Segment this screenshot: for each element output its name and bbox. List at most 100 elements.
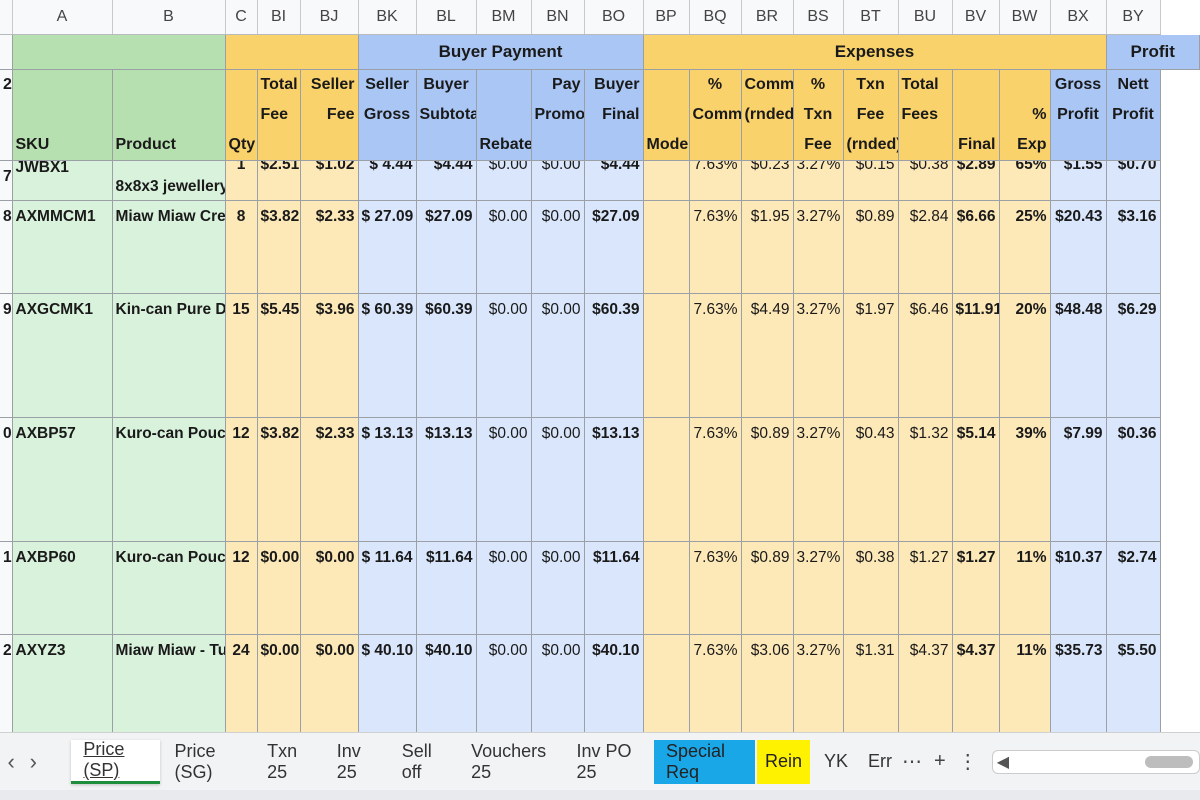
cell-buyer-final[interactable]: $13.13 [584,417,644,542]
cell-seller-gross[interactable]: $ 4.44 [358,160,417,201]
cell-gross-profit[interactable]: $7.99 [1050,417,1107,542]
header-buyer-subtotal[interactable]: Buyer Subtotal [416,69,477,161]
cell-pct-comm[interactable]: 7.63% [689,293,742,418]
column-header[interactable]: BM [476,0,532,35]
cell-pct-txn[interactable]: 3.27% [793,200,844,294]
cell-comm[interactable]: $0.89 [741,417,794,542]
column-header[interactable]: A [12,0,113,35]
column-header[interactable]: BJ [300,0,359,35]
column-header[interactable]: BU [898,0,953,35]
cell-sku[interactable]: AXGCMK1 [12,293,113,418]
cell-buyer-subtotal[interactable]: $11.64 [416,541,477,635]
cell-pay-promo[interactable]: $0.00 [531,634,585,732]
row-number[interactable]: 7 [0,160,13,201]
cell-total-fees[interactable]: $6.46 [898,293,953,418]
spreadsheet-grid[interactable]: A B C BI BJ BK BL BM BN BO BP BQ BR BS B… [0,0,1200,732]
cell-buyer-subtotal[interactable]: $40.10 [416,634,477,732]
cell-txn-fee[interactable]: $1.31 [843,634,899,732]
cell-total-fees[interactable]: $1.32 [898,417,953,542]
column-header[interactable]: BY [1106,0,1161,35]
row-number[interactable] [0,34,13,70]
cell-pct-comm[interactable]: 7.63% [689,417,742,542]
cell-total-fee[interactable]: $3.82 [257,417,301,542]
cell-qty[interactable]: 8 [225,200,258,294]
cell-sku[interactable]: AXMMCM1 [12,200,113,294]
cell-buyer-subtotal[interactable]: $4.44 [416,160,477,201]
cell-mode[interactable] [643,417,690,542]
column-header[interactable]: BT [843,0,899,35]
cell[interactable] [12,34,226,70]
cell-nett-profit[interactable]: $0.36 [1106,417,1161,542]
cell-txn-fee[interactable]: $0.15 [843,160,899,201]
cell-qty[interactable]: 12 [225,417,258,542]
cell-nett-profit[interactable]: $2.74 [1106,541,1161,635]
column-header[interactable]: BX [1050,0,1107,35]
chevron-right-icon[interactable]: › [22,742,44,782]
cell-final[interactable]: $2.89 [952,160,1000,201]
cell-comm[interactable]: $1.95 [741,200,794,294]
cell-gross-profit[interactable]: $10.37 [1050,541,1107,635]
cell-pct-txn[interactable]: 3.27% [793,634,844,732]
column-header[interactable]: BI [257,0,301,35]
cell-sku[interactable]: AXBP57 [12,417,113,542]
cell-mode[interactable] [643,634,690,732]
header-buyer-final[interactable]: Buyer Final [584,69,644,161]
corner-cell[interactable] [0,0,13,35]
cell-seller-gross[interactable]: $ 40.10 [358,634,417,732]
header-seller-fee[interactable]: Seller Fee [300,69,359,161]
cell-sku[interactable]: AXYZ3 [12,634,113,732]
cell-seller-fee[interactable]: $0.00 [300,541,359,635]
cell-seller-gross[interactable]: $ 60.39 [358,293,417,418]
add-sheet-icon[interactable]: + [928,750,952,773]
cell-pct-comm[interactable]: 7.63% [689,200,742,294]
cell-comm[interactable]: $4.49 [741,293,794,418]
column-header[interactable]: BN [531,0,585,35]
cell-rebate[interactable]: $0.00 [476,634,532,732]
cell-sku[interactable]: JWBX1 [12,160,113,201]
tab-inv-po-25[interactable]: Inv PO 25 [564,740,652,784]
tab-txn-25[interactable]: Txn 25 [255,740,323,784]
horizontal-scrollbar[interactable]: ◀ [991,749,1200,774]
cell-final[interactable]: $4.37 [952,634,1000,732]
cell-buyer-final[interactable]: $4.44 [584,160,644,201]
cell-pay-promo[interactable]: $0.00 [531,417,585,542]
row-number[interactable]: 2 [0,634,13,732]
column-header[interactable]: BS [793,0,844,35]
cell-nett-profit[interactable]: $5.50 [1106,634,1161,732]
row-number[interactable]: 2 [0,69,13,161]
tab-price-sp[interactable]: Price (SP) [71,739,161,784]
cell-mode[interactable] [643,541,690,635]
tab-vouchers-25[interactable]: Vouchers 25 [459,740,562,784]
cell-pay-promo[interactable]: $0.00 [531,293,585,418]
cell-comm[interactable]: $0.23 [741,160,794,201]
cell-rebate[interactable]: $0.00 [476,160,532,201]
cell-qty[interactable]: 12 [225,541,258,635]
header-mode[interactable]: Mode [643,69,690,161]
header-sku[interactable]: SKU [12,69,113,161]
cell-product[interactable]: Miaw Miaw - Tuna w/ Chicken Fillet 60g (… [112,634,226,732]
cell-seller-fee[interactable]: $2.33 [300,417,359,542]
cell-qty[interactable]: 15 [225,293,258,418]
header-pct-exp[interactable]: % Exp [999,69,1051,161]
cell-nett-profit[interactable]: $0.70 [1106,160,1161,201]
cell-product[interactable]: Miaw Miaw Creamy - Tuna 15g x 4 [112,200,226,294]
cell-pct-exp[interactable]: 65% [999,160,1051,201]
cell-seller-fee[interactable]: $3.96 [300,293,359,418]
header-total-fee[interactable]: Total Fee [257,69,301,161]
cell-pct-txn[interactable]: 3.27% [793,541,844,635]
cell-pct-exp[interactable]: 39% [999,417,1051,542]
cell-mode[interactable] [643,200,690,294]
tab-sell-off[interactable]: Sell off [390,740,457,784]
column-header[interactable]: C [225,0,258,35]
column-header[interactable]: BR [741,0,794,35]
cell-seller-fee[interactable]: $2.33 [300,200,359,294]
cell-buyer-final[interactable]: $27.09 [584,200,644,294]
cell-pct-comm[interactable]: 7.63% [689,541,742,635]
row-number[interactable]: 1 [0,541,13,635]
cell-txn-fee[interactable]: $0.89 [843,200,899,294]
header-pay-promo[interactable]: Pay Promo [531,69,585,161]
cell-seller-fee[interactable]: $1.02 [300,160,359,201]
cell-pct-exp[interactable]: 20% [999,293,1051,418]
header-pct-comm[interactable]: % Comm [689,69,742,161]
tab-special-req[interactable]: Special Req [653,739,755,784]
